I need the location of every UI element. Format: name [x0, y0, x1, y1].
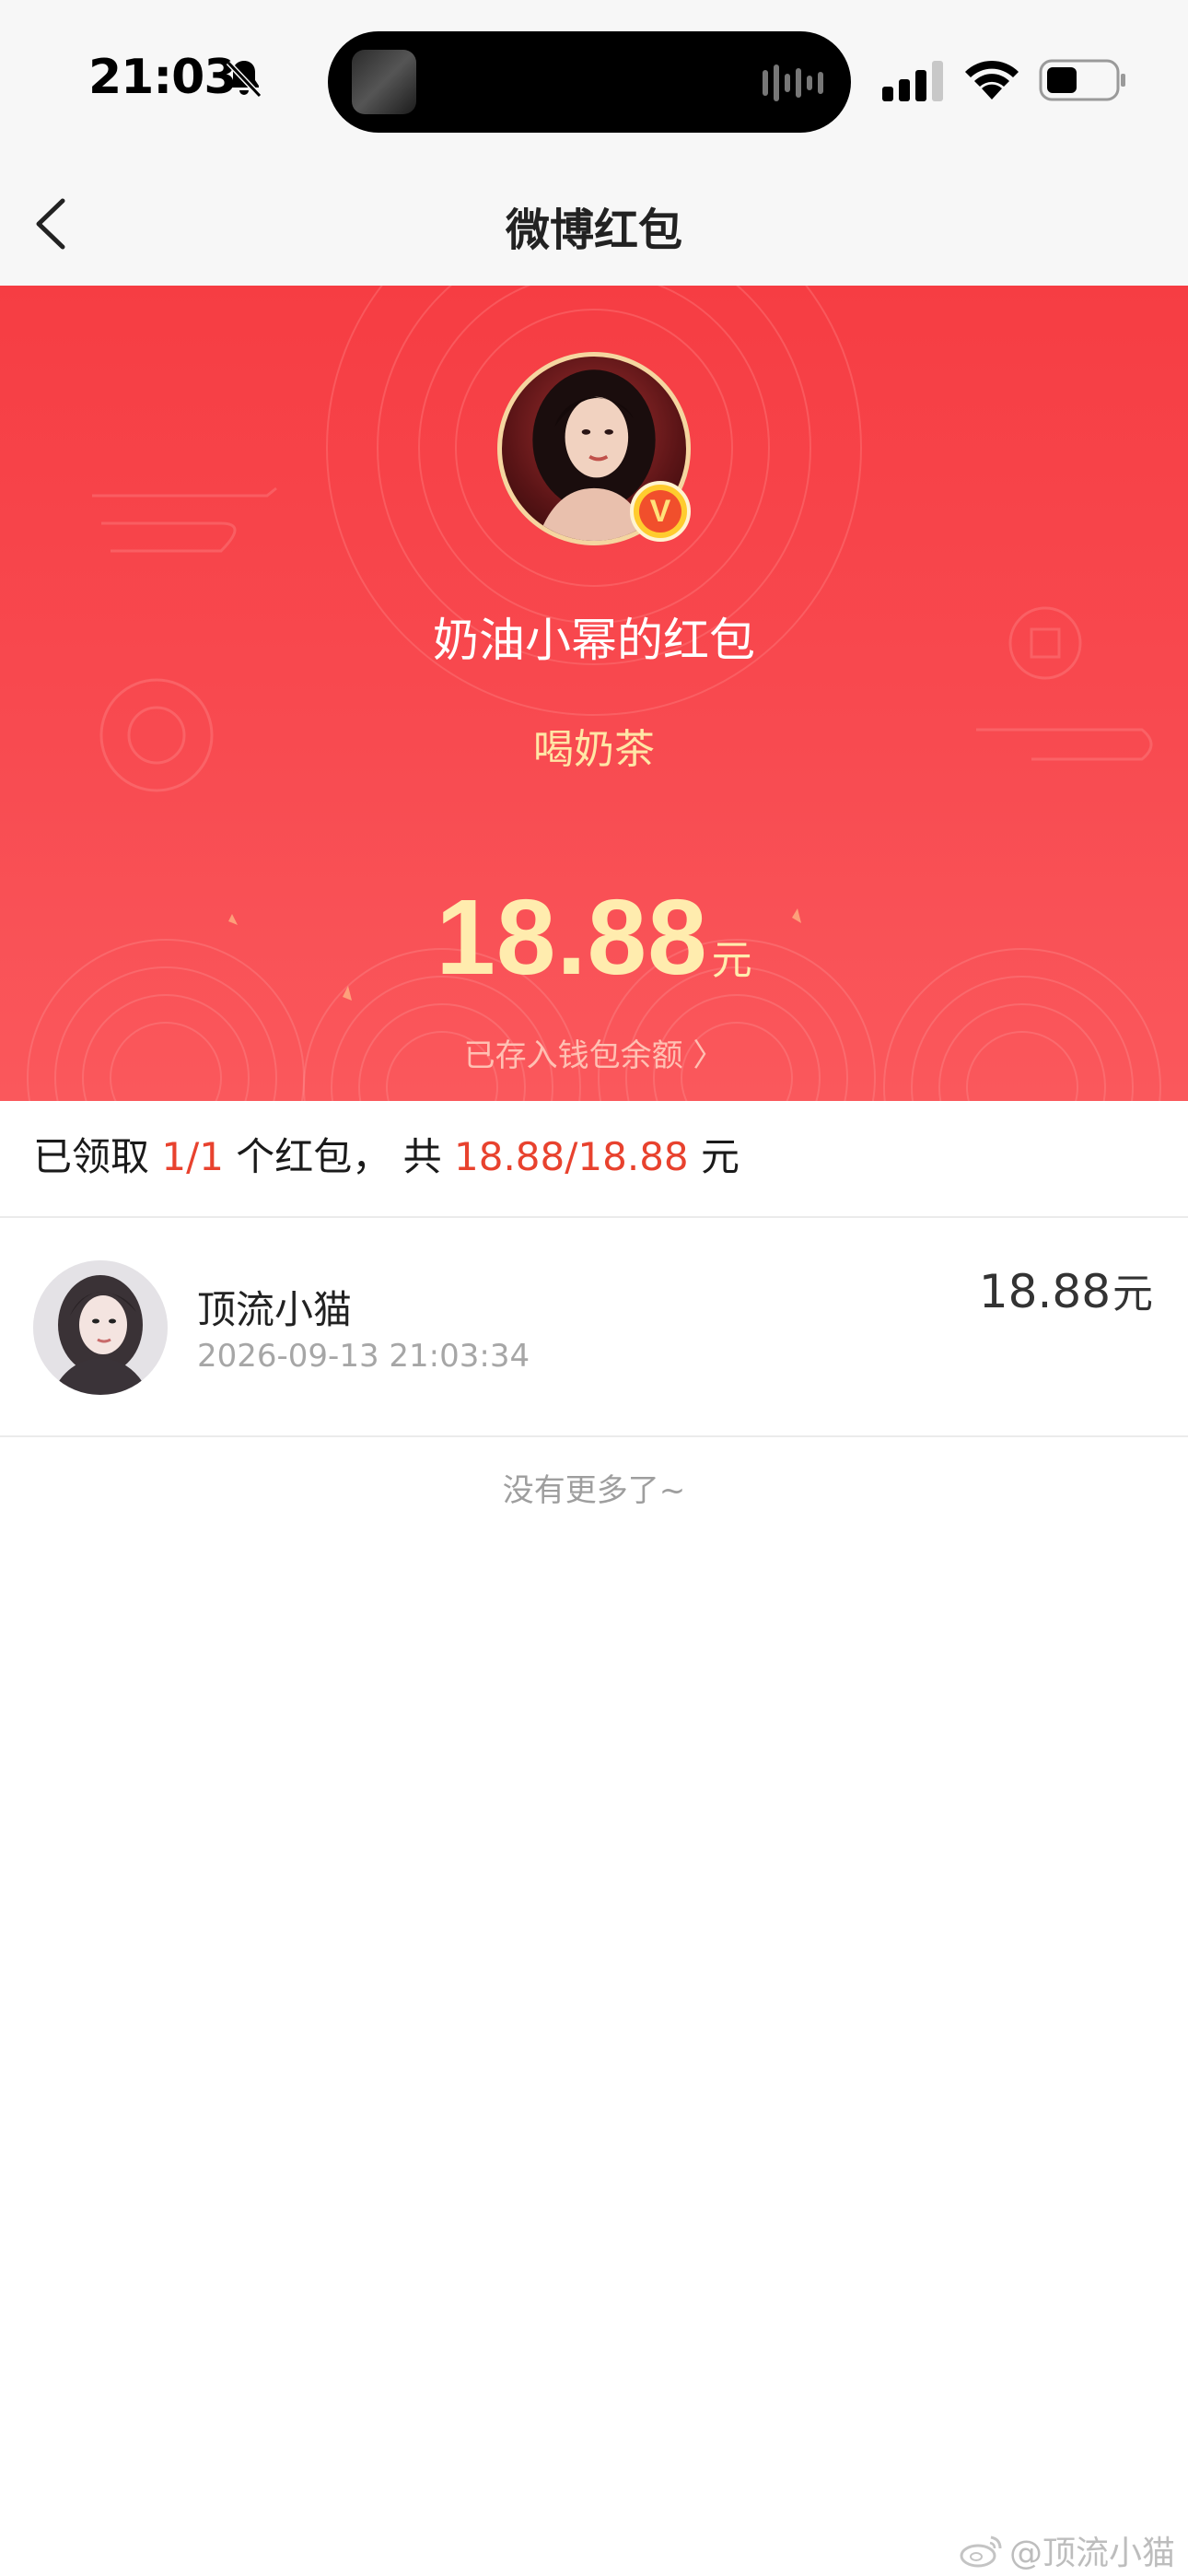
signal-icon: [882, 61, 943, 101]
status-bar: 21:03: [0, 0, 1188, 161]
wifi-icon: [965, 60, 1019, 100]
end-of-list-text: 没有更多了~: [502, 1472, 686, 1509]
audio-wave-icon: [763, 64, 823, 101]
dynamic-island[interactable]: [328, 31, 851, 133]
divider: [0, 1435, 1188, 1437]
amount-value: 18.88: [436, 877, 708, 997]
watermark: @顶流小猫: [960, 2526, 1175, 2574]
recipient-avatar-image: [33, 1260, 168, 1395]
claimed-count: 1/1: [161, 1134, 224, 1179]
recipient-amount: 18.88元: [979, 1260, 1153, 1319]
recipient-avatar[interactable]: [33, 1260, 168, 1395]
wallet-balance-link[interactable]: 已存入钱包余额 〉: [0, 1030, 1188, 1075]
recipient-amount-value: 18.88: [978, 1265, 1111, 1318]
recipient-amount-unit: 元: [1112, 1270, 1153, 1317]
verified-badge: V: [630, 481, 691, 542]
page-title: 微博红包: [505, 205, 682, 256]
red-packet-header: V 奶油小幂的红包 喝奶茶 18.88元 已存入钱包余额 〉: [0, 286, 1188, 1101]
received-amount: 18.88元: [0, 875, 1188, 999]
recipient-name[interactable]: 顶流小猫: [197, 1279, 352, 1335]
blessing-message: 喝奶茶: [533, 726, 655, 773]
sender-title: 奶油小幂的红包: [433, 614, 755, 667]
now-playing-artwork: [352, 50, 416, 114]
claim-time: 2026-09-13 21:03:34: [197, 1338, 530, 1375]
amount-unit: 元: [711, 937, 752, 984]
summary-suffix: 元: [688, 1134, 740, 1179]
summary-prefix: 已领取: [33, 1134, 162, 1179]
list-item[interactable]: 顶流小猫 2026-09-13 21:03:34 18.88元: [0, 1218, 1188, 1435]
status-time: 21:03: [88, 50, 238, 105]
claim-summary: 已领取 1/1 个红包， 共 18.88/18.88 元: [33, 1126, 740, 1182]
watermark-text: @顶流小猫: [1008, 2535, 1175, 2572]
bell-slash-icon: [226, 60, 262, 99]
summary-middle: 个红包， 共: [223, 1134, 455, 1179]
weibo-logo-icon: [960, 2535, 1002, 2568]
battery-icon: [1039, 59, 1125, 101]
verified-badge-letter: V: [639, 490, 681, 533]
claimed-total: 18.88/18.88: [454, 1134, 689, 1179]
